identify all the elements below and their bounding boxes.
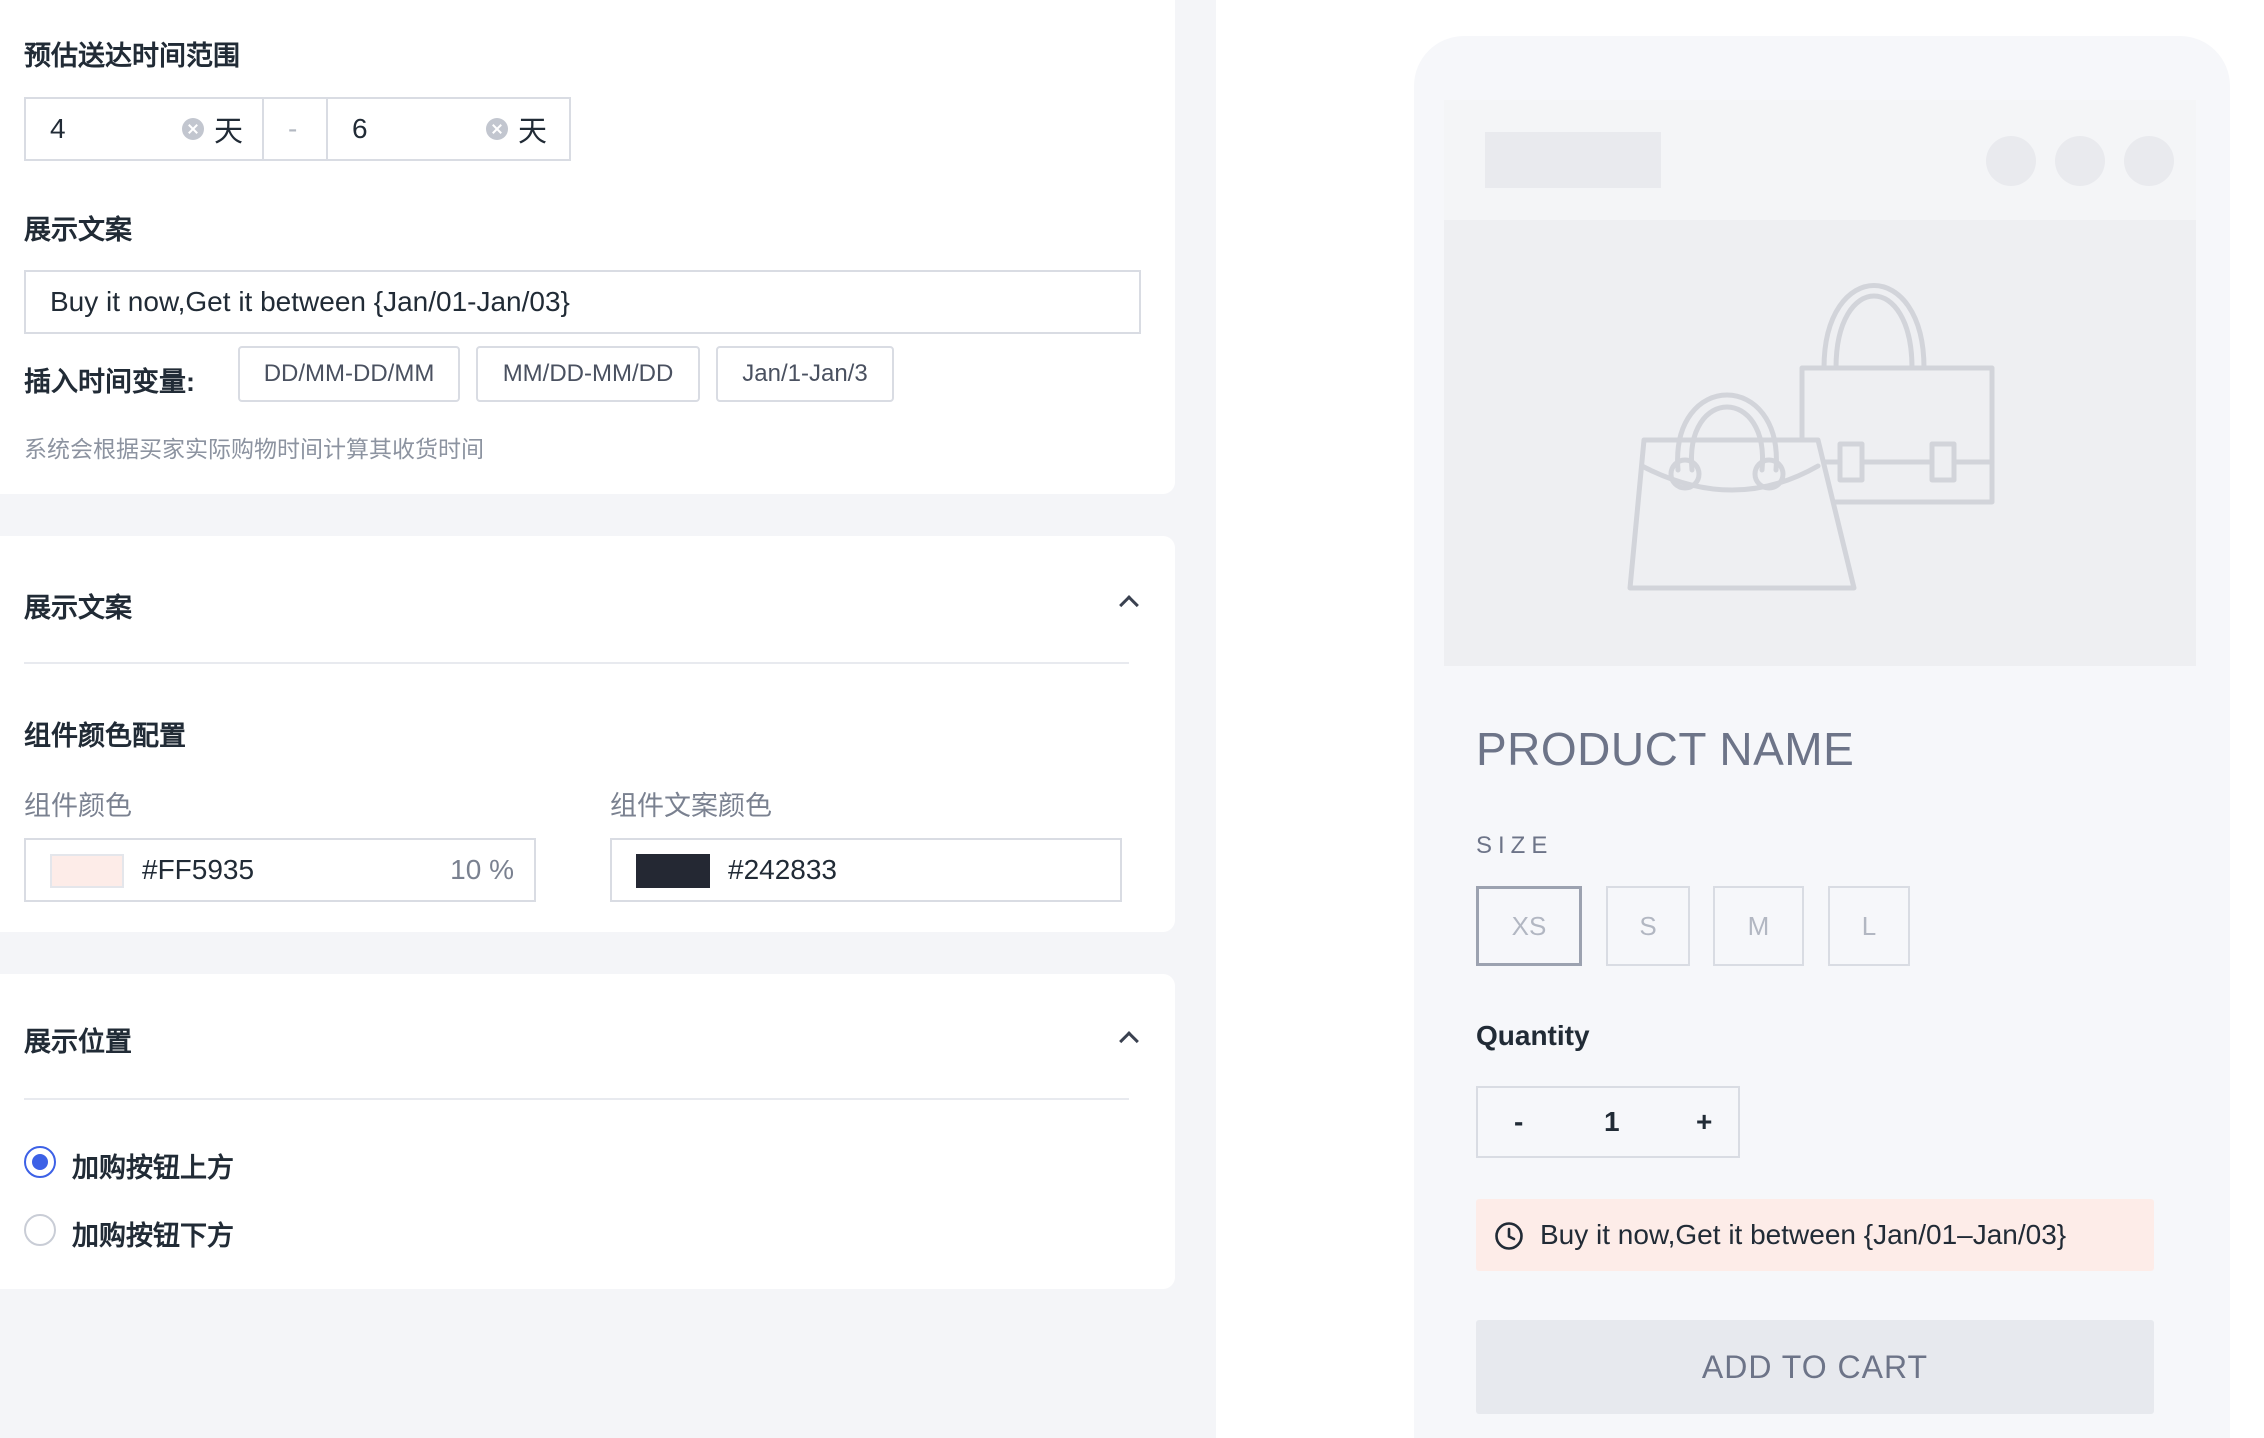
chevron-up-icon[interactable] — [1119, 1031, 1139, 1051]
text-color-label: 组件文案颜色 — [610, 791, 772, 821]
header-icon-placeholder — [2124, 136, 2174, 186]
variable-chip-month-name[interactable]: Jan/1-Jan/3 — [716, 346, 894, 402]
component-color-swatch[interactable] — [50, 854, 124, 888]
quantity-increase-button[interactable]: + — [1696, 1106, 1712, 1138]
position-section-title: 展示位置 — [24, 1027, 132, 1057]
component-color-opacity: 10 % — [450, 854, 514, 885]
quantity-stepper[interactable]: - 1 + — [1476, 1086, 1740, 1158]
clear-icon[interactable] — [486, 118, 508, 140]
size-label: SIZE — [1476, 832, 1554, 859]
size-option-l[interactable]: L — [1828, 886, 1910, 966]
clear-icon[interactable] — [182, 118, 204, 140]
logo-placeholder — [1485, 132, 1661, 188]
size-option-m[interactable]: M — [1713, 886, 1804, 966]
delivery-estimate-text: Buy it now,Get it between {Jan/01–Jan/03… — [1540, 1219, 2067, 1250]
handbag-icon — [1627, 283, 1995, 591]
product-name: PRODUCT NAME — [1476, 723, 1855, 775]
appearance-section-title: 展示文案 — [24, 593, 132, 623]
range-separator: - — [262, 97, 328, 161]
section-divider — [24, 1098, 1129, 1100]
text-color-swatch[interactable] — [636, 854, 710, 888]
quantity-label: Quantity — [1476, 1020, 1590, 1051]
component-color-value: #FF5935 — [142, 854, 255, 885]
max-days-unit: 天 — [518, 116, 548, 148]
min-days-input[interactable]: 4 天 — [24, 97, 264, 161]
product-image — [1444, 220, 2196, 666]
appearance-card: 展示文案 组件颜色配置 组件颜色 #FF5935 10 % 组件文案颜色 #24… — [0, 536, 1175, 932]
header-icon-placeholder — [2055, 136, 2105, 186]
max-days-value: 6 — [352, 113, 368, 144]
clock-icon — [1495, 1222, 1523, 1250]
quantity-decrease-button[interactable]: - — [1514, 1106, 1523, 1138]
min-days-value: 4 — [50, 113, 66, 144]
range-separator-text: - — [288, 113, 298, 144]
radio-button-checked[interactable] — [24, 1146, 56, 1178]
radio-button[interactable] — [24, 1214, 56, 1246]
text-color-value: #242833 — [728, 854, 838, 885]
delivery-range-title: 预估送达时间范围 — [24, 41, 240, 71]
display-text-title: 展示文案 — [24, 215, 132, 245]
chevron-up-icon[interactable] — [1119, 595, 1139, 615]
display-text-hint: 系统会根据买家实际购物时间计算其收货时间 — [24, 436, 484, 462]
insert-variable-label: 插入时间变量: — [24, 367, 195, 397]
position-card: 展示位置 加购按钮上方 加购按钮下方 — [0, 974, 1175, 1289]
section-divider — [24, 662, 1129, 664]
component-color-picker[interactable]: #FF5935 10 % — [24, 838, 536, 902]
variable-chip-dd-mm[interactable]: DD/MM-DD/MM — [238, 346, 460, 402]
max-days-input[interactable]: 6 天 — [326, 97, 571, 161]
display-text-value: Buy it now,Get it between {Jan/01-Jan/03… — [50, 286, 570, 317]
delivery-settings-card: 预估送达时间范围 4 天 - 6 天 展示文案 Buy it now,Get i… — [0, 0, 1175, 494]
size-option-s[interactable]: S — [1606, 886, 1690, 966]
delivery-estimate-banner: Buy it now,Get it between {Jan/01–Jan/03… — [1476, 1199, 2154, 1271]
component-color-label: 组件颜色 — [24, 791, 132, 821]
display-text-input[interactable]: Buy it now,Get it between {Jan/01-Jan/03… — [24, 270, 1141, 334]
variable-chip-mm-dd[interactable]: MM/DD-MM/DD — [476, 346, 700, 402]
quantity-value[interactable]: 1 — [1604, 1106, 1620, 1138]
radio-label[interactable]: 加购按钮下方 — [72, 1214, 234, 1253]
text-color-picker[interactable]: #242833 — [610, 838, 1122, 902]
header-icon-placeholder — [1986, 136, 2036, 186]
color-config-title: 组件颜色配置 — [24, 721, 186, 751]
add-to-cart-button[interactable]: ADD TO CART — [1476, 1320, 2154, 1414]
min-days-unit: 天 — [214, 116, 244, 148]
size-option-xs[interactable]: XS — [1476, 886, 1582, 966]
radio-label[interactable]: 加购按钮上方 — [72, 1146, 234, 1185]
